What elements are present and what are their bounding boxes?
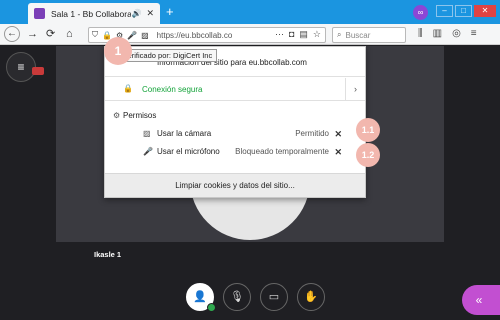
- maximize-button[interactable]: □: [455, 5, 472, 17]
- permission-status: Permitido: [295, 129, 329, 138]
- permission-row-microphone: 🎤 Usar el micrófono Bloqueado temporalme…: [105, 147, 365, 163]
- collaborate-panel-button[interactable]: «: [462, 285, 500, 315]
- camera-off-icon: ▨: [143, 129, 151, 138]
- permission-label: Usar el micrófono: [157, 147, 220, 156]
- certificate-tooltip: Verificado por: DigiCert Inc: [118, 49, 218, 62]
- search-bar[interactable]: ⌕ Buscar: [332, 27, 406, 43]
- step-badge-1-1: 1.1: [356, 118, 380, 142]
- title-bar: Sala 1 - Bb Collaborate 🔊 ✕ + ∞ – □ ✕: [0, 0, 500, 24]
- close-window-button[interactable]: ✕: [474, 5, 496, 17]
- status-available-icon: [207, 303, 216, 312]
- bookmark-star-icon[interactable]: ☆: [313, 29, 321, 40]
- raise-hand-button[interactable]: ✋: [297, 283, 325, 311]
- reader-icon[interactable]: ▤: [299, 29, 308, 40]
- chevron-right-icon[interactable]: ›: [345, 78, 365, 101]
- back-button[interactable]: ←: [4, 26, 20, 42]
- forward-button[interactable]: →: [27, 27, 38, 41]
- recording-icon: [32, 67, 44, 75]
- favicon-icon: [34, 8, 45, 19]
- microphone-icon: 🎤: [143, 147, 153, 156]
- step-badge-1: 1: [104, 37, 132, 65]
- clear-permission-icon[interactable]: ✕: [334, 129, 342, 140]
- screenshot-icon[interactable]: ◎: [452, 28, 461, 39]
- camera-toggle-button[interactable]: ▭: [260, 283, 288, 311]
- hand-icon: ✋: [304, 291, 318, 303]
- navigation-bar: ← → ⟳ ⌂ ⛉ 🔒 ⚙ 🎤 ▨ https://eu.bbcollab.co…: [0, 24, 500, 45]
- participant-name: Ikasle 1: [94, 250, 122, 259]
- permission-row-camera: ▨ Usar la cámara Permitido ✕: [105, 129, 365, 145]
- home-button[interactable]: ⌂: [66, 27, 73, 41]
- pocket-icon[interactable]: ◘: [289, 29, 294, 40]
- permission-label: Usar la cámara: [157, 129, 212, 138]
- user-icon: 👤: [193, 291, 207, 303]
- library-icon[interactable]: ⫼: [418, 28, 423, 39]
- step-badge-1-2: 1.2: [356, 143, 380, 167]
- search-placeholder: Buscar: [345, 30, 371, 40]
- speaker-icon[interactable]: 🔊: [131, 9, 141, 18]
- media-controls: 👤 🎙 ▭ ✋: [186, 283, 325, 312]
- microphone-off-icon: 🎙: [230, 291, 244, 303]
- app-window: Sala 1 - Bb Collaborate 🔊 ✕ + ∞ – □ ✕ ← …: [0, 0, 500, 320]
- url-actions: ⋯ ◘ ▤ ☆: [275, 29, 321, 40]
- permissions-heading: Permisos: [123, 111, 157, 120]
- tab-close-icon[interactable]: ✕: [146, 8, 154, 19]
- clear-permission-icon[interactable]: ✕: [334, 147, 342, 158]
- menu-icon[interactable]: ≡: [471, 28, 477, 39]
- microphone-toggle-button[interactable]: 🎙: [223, 283, 251, 311]
- connection-status: Conexión segura: [142, 85, 203, 94]
- camera-off-icon[interactable]: ▨: [141, 31, 149, 40]
- minimize-button[interactable]: –: [436, 5, 453, 17]
- microphone-icon[interactable]: 🎤: [127, 31, 137, 40]
- search-icon: ⌕: [337, 30, 342, 39]
- toolbar-right: ⫼ ▥ ◎ ≡: [418, 28, 477, 39]
- private-mask-icon: ∞: [413, 5, 428, 20]
- camera-off-icon: ▭: [268, 291, 280, 303]
- permissions-icon: ⚙: [113, 111, 121, 120]
- new-tab-button[interactable]: +: [166, 4, 174, 19]
- sidebar-icon[interactable]: ▥: [433, 28, 442, 39]
- tab-title: Sala 1 - Bb Collaborate: [51, 8, 132, 19]
- connection-row[interactable]: 🔒 Conexión segura ›: [105, 78, 365, 101]
- reload-button[interactable]: ⟳: [46, 27, 55, 41]
- site-info-panel: Información del sitio para eu.bbcollab.c…: [104, 46, 366, 198]
- window-controls: – □ ✕: [436, 5, 496, 17]
- shield-icon[interactable]: ⛉: [92, 30, 98, 40]
- clear-cookies-button[interactable]: Limpiar cookies y datos del sitio...: [105, 173, 365, 197]
- page-actions-icon[interactable]: ⋯: [275, 29, 284, 40]
- browser-tab[interactable]: Sala 1 - Bb Collaborate 🔊 ✕: [28, 3, 160, 24]
- my-status-button[interactable]: 👤: [186, 283, 216, 312]
- permission-status: Bloqueado temporalmente: [235, 147, 329, 156]
- url-text[interactable]: https://eu.bbcollab.co: [157, 31, 233, 40]
- lock-icon: 🔒: [123, 84, 133, 93]
